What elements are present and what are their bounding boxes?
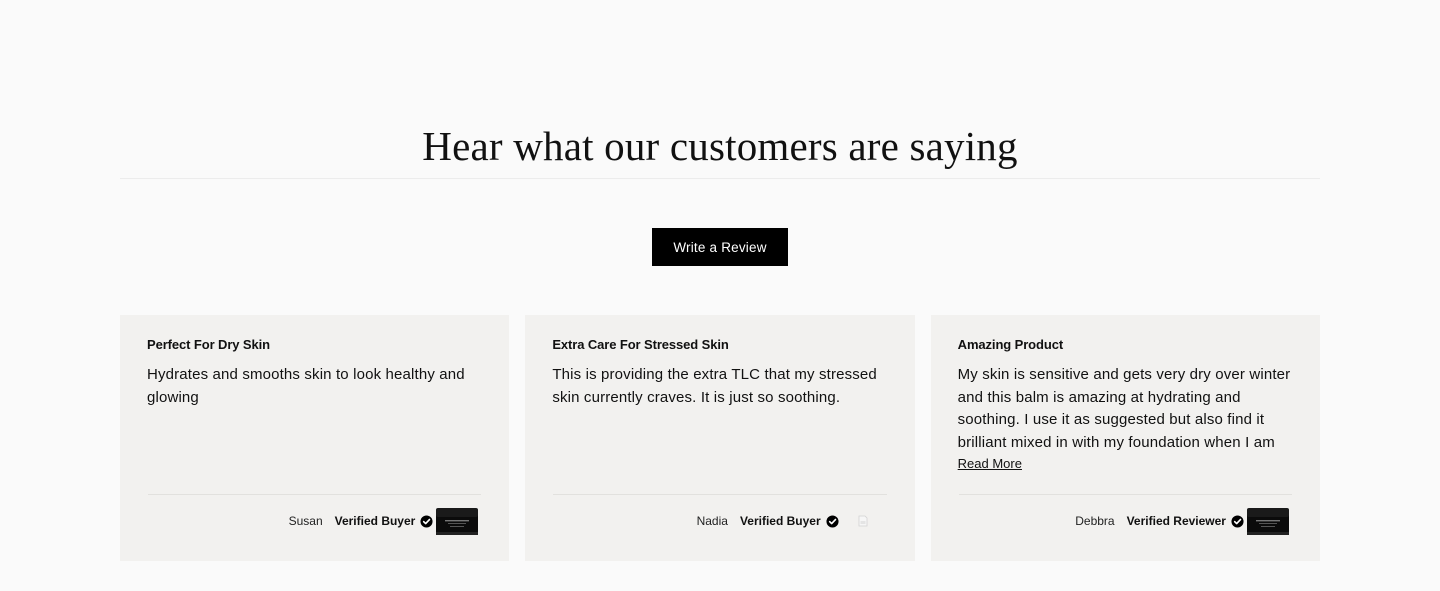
product-jar-icon[interactable] — [1246, 506, 1290, 536]
review-body: Hydrates and smooths skin to look health… — [147, 366, 465, 406]
review-footer: Nadia Verified Buyer — [697, 505, 885, 537]
review-footer: Susan Verified Buyer — [289, 505, 480, 537]
review-card: Perfect For Dry Skin Hydrates and smooth… — [120, 315, 510, 561]
review-card: Extra Care For Stressed Skin This is pro… — [525, 315, 915, 561]
card-divider — [958, 494, 1292, 495]
broken-image-icon[interactable] — [841, 506, 885, 536]
review-footer: Debbra Verified Reviewer — [1075, 505, 1290, 537]
product-jar-icon[interactable] — [435, 506, 479, 536]
verified-check-icon — [420, 514, 433, 528]
verified-check-icon — [826, 514, 839, 528]
review-cards: Perfect For Dry Skin Hydrates and smooth… — [120, 315, 1320, 561]
review-body: This is providing the extra TLC that my … — [552, 366, 877, 406]
reviewer-name: Debbra — [1075, 514, 1115, 528]
review-title: Amazing Product — [957, 337, 1064, 352]
card-divider — [148, 494, 482, 495]
review-card: Amazing Product My skin is sensitive and… — [930, 315, 1320, 561]
verified-badge: Verified Reviewer — [1126, 514, 1226, 528]
card-divider — [553, 494, 887, 495]
review-title: Perfect For Dry Skin — [147, 337, 270, 352]
verified-badge: Verified Buyer — [739, 514, 821, 528]
heading-divider — [120, 178, 1320, 179]
write-review-button[interactable]: Write a Review — [652, 228, 788, 266]
reviews-section: Hear what our customers are saying Write… — [0, 0, 1440, 591]
verified-check-icon — [1231, 514, 1244, 528]
review-body: My skin is sensitive and gets very dry o… — [957, 366, 1291, 451]
section-heading: Hear what our customers are saying — [422, 123, 1018, 169]
reviewer-name: Nadia — [696, 514, 728, 528]
verified-badge: Verified Buyer — [334, 514, 416, 528]
read-more-link[interactable]: Read More — [958, 456, 1022, 471]
review-title: Extra Care For Stressed Skin — [552, 337, 729, 352]
reviewer-name: Susan — [288, 514, 323, 528]
